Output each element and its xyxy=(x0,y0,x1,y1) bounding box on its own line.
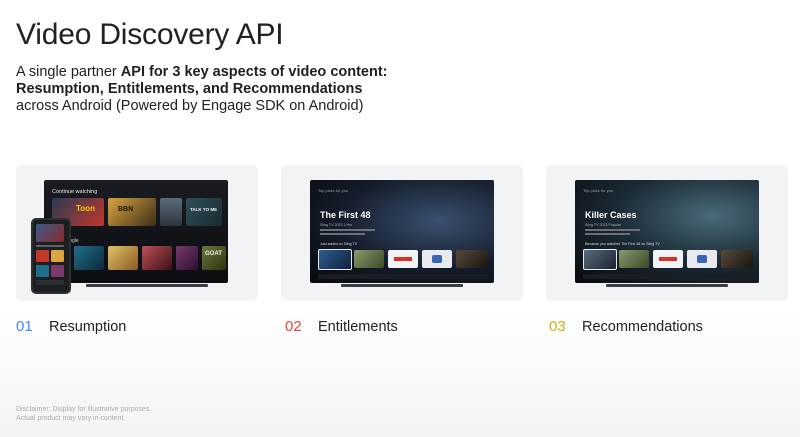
step-label: Recommendations xyxy=(582,319,703,335)
step-number: 01 xyxy=(16,318,33,335)
tile-thumbnail xyxy=(456,250,488,268)
tile-title-talk-to-me: TALK TO ME xyxy=(190,207,218,212)
step-entitlements: 02 Entitlements xyxy=(285,318,398,335)
tv-screen-recommendations: Top picks for you Killer Cases Sling TV … xyxy=(575,180,759,283)
entitlements-card: Top picks for you The First 48 Sling TV … xyxy=(281,165,523,301)
hero-description xyxy=(320,229,375,231)
tile-thumbnail xyxy=(422,250,452,268)
row-label: Because you watched The First 48 on Slin… xyxy=(585,242,660,246)
phone-nav-bar xyxy=(36,280,64,285)
tile-thumbnail xyxy=(687,250,717,268)
tv-screen-resumption: Continue watching Toon BBN TALK TO ME Ju… xyxy=(44,180,228,283)
step-label: Entitlements xyxy=(318,319,398,335)
tile-title-toon: Toon xyxy=(76,204,95,213)
phone-tile xyxy=(51,250,64,262)
hero-title: The First 48 xyxy=(320,210,371,220)
top-picks-label: Top picks for you xyxy=(583,188,614,193)
hero-title: Killer Cases xyxy=(585,210,637,220)
phone-tile xyxy=(51,265,64,277)
continue-watching-label: Continue watching xyxy=(52,189,98,195)
phone-device xyxy=(31,218,71,294)
subtitle-line-1-bold: API for 3 key aspects of video content: xyxy=(120,64,388,80)
resumption-card: Continue watching Toon BBN TALK TO ME Ju… xyxy=(16,165,258,301)
top-picks-label: Top picks for you xyxy=(318,188,349,193)
step-number: 02 xyxy=(285,318,302,335)
tile-logo-bar xyxy=(394,257,412,261)
tile-thumbnail xyxy=(108,246,138,270)
hero-description xyxy=(585,233,630,235)
tile-thumbnail xyxy=(388,250,418,268)
tile-thumbnail xyxy=(354,250,384,268)
hero-meta: Sling TV 2023 Popular xyxy=(585,223,621,227)
tile-thumbnail xyxy=(74,246,104,270)
row-label: Just added on Sling TV xyxy=(320,242,358,246)
tv-stand xyxy=(86,284,208,287)
phone-tile xyxy=(36,265,49,277)
disclaimer-line-2: Actual product may vary in content. xyxy=(16,415,126,422)
phone-tile xyxy=(36,250,49,262)
page-title: Video Discovery API xyxy=(16,18,284,51)
subtitle-line-1-plain: A single partner xyxy=(16,64,121,80)
tile-thumbnail: TALK TO ME xyxy=(186,198,222,226)
tile-logo-bar xyxy=(659,257,677,261)
step-recommendations: 03 Recommendations xyxy=(549,318,703,335)
next-row-strip xyxy=(583,274,753,279)
hero-description xyxy=(320,233,365,235)
tile-thumbnail: BBN xyxy=(108,198,156,226)
disclaimer: Disclaimer: Display for illustrative pur… xyxy=(16,405,216,423)
subtitle-line-2: Resumption, Entitlements, and Recommenda… xyxy=(16,81,486,98)
tv-stand xyxy=(606,284,728,287)
tile-thumbnail: GOAT xyxy=(202,246,226,270)
tile-title-bbn: BBN xyxy=(118,206,134,213)
phone-hero-thumbnail xyxy=(36,224,64,242)
tile-logo xyxy=(432,255,442,263)
tile-thumbnail xyxy=(619,250,649,268)
tv-screen-entitlements: Top picks for you The First 48 Sling TV … xyxy=(310,180,494,283)
step-resumption: 01 Resumption xyxy=(16,318,126,335)
subtitle-line-2-bold: Resumption, Entitlements, and Recommenda… xyxy=(16,81,363,97)
hero-description xyxy=(585,229,640,231)
subtitle-line-1: A single partner API for 3 key aspects o… xyxy=(16,64,486,81)
tile-thumbnail xyxy=(721,250,753,268)
hero-meta: Sling TV 2023 1 Hrs xyxy=(320,223,353,227)
tv-stand xyxy=(341,284,463,287)
step-label: Resumption xyxy=(49,319,127,335)
tile-thumbnail xyxy=(176,246,198,270)
page-subtitle: A single partner API for 3 key aspects o… xyxy=(16,64,486,115)
tile-title-goat: GOAT xyxy=(205,251,222,257)
step-number: 03 xyxy=(549,318,566,335)
tile-logo xyxy=(697,255,707,263)
selected-tile xyxy=(583,249,617,270)
tile-thumbnail xyxy=(160,198,182,226)
selected-tile xyxy=(318,249,352,270)
phone-text-line xyxy=(36,245,64,247)
disclaimer-line-1: Disclaimer: Display for illustrative pur… xyxy=(16,406,152,413)
next-row-strip xyxy=(318,274,488,279)
subtitle-line-3: across Android (Powered by Engage SDK on… xyxy=(16,98,364,114)
tile-thumbnail xyxy=(653,250,683,268)
tile-thumbnail xyxy=(142,246,172,270)
recommendations-card: Top picks for you Killer Cases Sling TV … xyxy=(546,165,788,301)
